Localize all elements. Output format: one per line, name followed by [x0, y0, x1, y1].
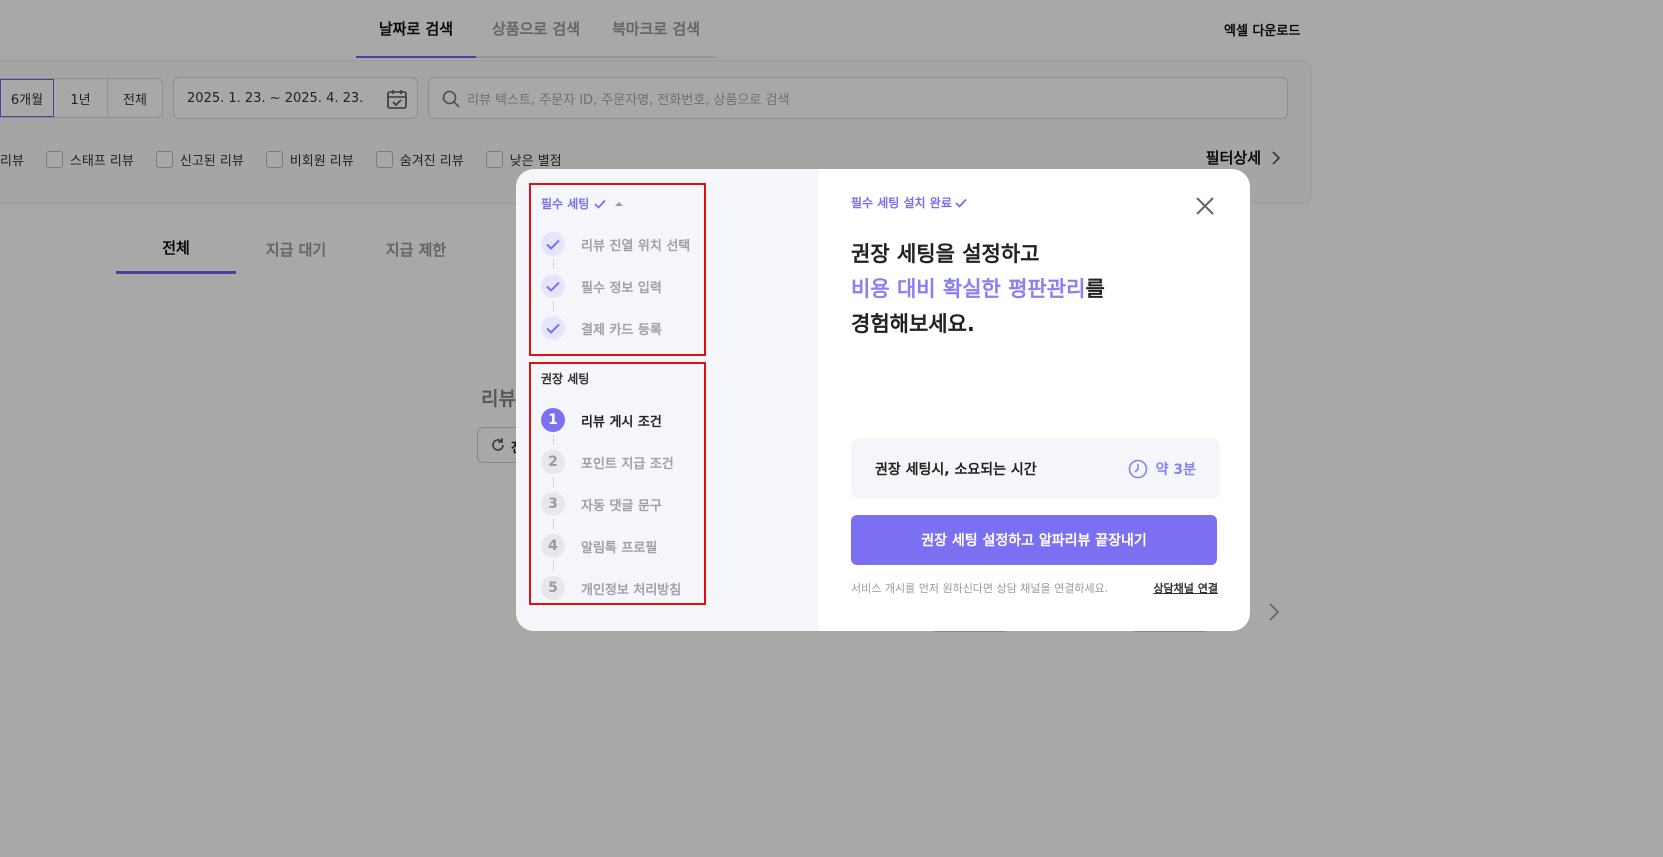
step-label: 개인정보 처리방침	[581, 582, 682, 598]
headline-line-1: 권장 세팅을 설정하고	[851, 242, 1040, 266]
modal-headline: 권장 세팅을 설정하고 비용 대비 확실한 평판관리를 경험해보세요.	[851, 237, 1105, 342]
step-label: 필수 정보 입력	[581, 280, 662, 296]
check-icon	[541, 274, 565, 298]
step-connector	[553, 301, 554, 311]
step-number: 1	[541, 408, 565, 432]
required-step: 필수 정보 입력	[541, 274, 662, 298]
headline-accent: 비용 대비 확실한 평판관리	[851, 277, 1086, 301]
check-icon	[541, 316, 565, 340]
required-header-label: 필수 세팅	[541, 197, 590, 211]
required-settings-header[interactable]: 필수 세팅	[541, 195, 624, 212]
caret-up-icon	[615, 201, 624, 206]
headline-line-3: 경험해보세요.	[851, 312, 975, 336]
check-icon	[541, 232, 565, 256]
step-label: 자동 댓글 문구	[581, 498, 662, 514]
step-label: 알림톡 프로필	[581, 540, 658, 556]
recommended-step-3[interactable]: 3 자동 댓글 문구	[541, 492, 662, 516]
step-number: 3	[541, 492, 565, 516]
time-estimate-label: 권장 세팅시, 소요되는 시간	[875, 461, 1037, 478]
recommended-settings-header: 권장 세팅	[541, 372, 590, 386]
time-value-text: 약 3분	[1155, 461, 1196, 478]
recommended-step-4[interactable]: 4 알림톡 프로필	[541, 534, 657, 558]
time-estimate-card: 권장 세팅시, 소요되는 시간 약 3분	[851, 438, 1220, 499]
required-step: 결제 카드 등록	[541, 316, 662, 340]
step-number: 5	[541, 576, 565, 600]
start-recommended-setup-button[interactable]: 권장 세팅 설정하고 알파리뷰 끝장내기	[851, 515, 1217, 565]
step-label: 리뷰 게시 조건	[581, 414, 662, 430]
headline-line-2: 비용 대비 확실한 평판관리를	[851, 272, 1105, 307]
step-connector	[553, 477, 554, 487]
clock-icon	[1128, 459, 1147, 478]
required-complete-label: 필수 세팅 설치 완료	[851, 194, 967, 211]
step-number: 4	[541, 534, 565, 558]
recommended-steps-highlight	[529, 362, 706, 605]
done-label-text: 필수 세팅 설치 완료	[851, 196, 952, 210]
setup-content-panel: 필수 세팅 설치 완료 권장 세팅을 설정하고 비용 대비 확실한 평판관리를 …	[818, 169, 1250, 631]
step-connector	[553, 259, 554, 269]
check-icon	[594, 199, 607, 209]
close-icon[interactable]	[1194, 195, 1216, 217]
recommended-step-2[interactable]: 2 포인트 지급 조건	[541, 450, 674, 474]
step-label: 결제 카드 등록	[581, 322, 662, 338]
step-connector	[553, 561, 554, 571]
setup-modal: 필수 세팅 리뷰 진열 위치 선택 필수 정보 입력 결제 카드 등록 권장 세…	[516, 169, 1250, 631]
step-connector	[553, 519, 554, 529]
check-icon	[955, 198, 967, 208]
step-label: 리뷰 진열 위치 선택	[581, 238, 691, 254]
time-estimate-value: 약 3분	[1128, 459, 1196, 479]
required-step: 리뷰 진열 위치 선택	[541, 232, 690, 256]
step-connector	[553, 435, 554, 445]
step-number: 2	[541, 450, 565, 474]
consult-channel-link[interactable]: 상담채널 연결	[1153, 580, 1218, 596]
step-label: 포인트 지급 조건	[581, 456, 674, 472]
footnote-text: 서비스 개시를 먼저 원하신다면 상담 채널을 연결하세요.	[851, 582, 1109, 595]
setup-steps-panel: 필수 세팅 리뷰 진열 위치 선택 필수 정보 입력 결제 카드 등록 권장 세…	[516, 169, 818, 631]
recommended-step-1[interactable]: 1 리뷰 게시 조건	[541, 408, 662, 432]
headline-rest: 를	[1085, 277, 1105, 301]
recommended-step-5[interactable]: 5 개인정보 처리방침	[541, 576, 681, 600]
